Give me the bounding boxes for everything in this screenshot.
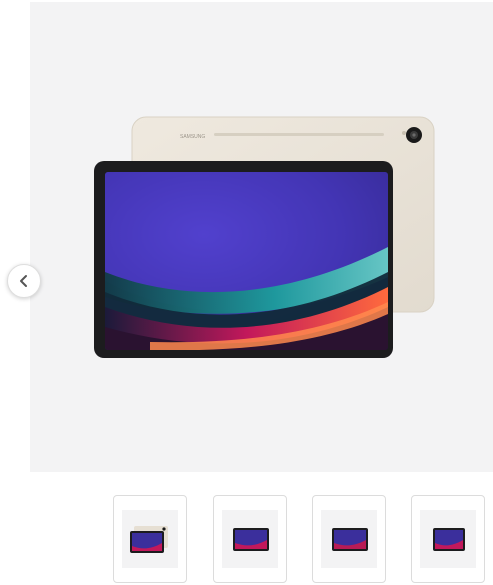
thumbnail-4[interactable] <box>411 495 485 583</box>
thumbnail-2-image <box>233 528 269 551</box>
thumbnail-4-image <box>433 528 465 551</box>
tablet-product-image: SAMSUNG <box>94 116 435 358</box>
thumbnail-1-image <box>130 526 168 553</box>
chevron-left-icon <box>20 275 27 287</box>
thumbnail-3-image <box>332 528 368 551</box>
brand-mark: SAMSUNG <box>180 134 205 140</box>
thumbnail-1[interactable] <box>113 495 187 583</box>
thumbnail-2[interactable] <box>213 495 287 583</box>
main-image-stage: SAMSUNG <box>30 2 493 472</box>
previous-image-button[interactable] <box>7 264 41 298</box>
product-gallery: SAMSUNG <box>0 0 493 585</box>
thumbnail-3[interactable] <box>312 495 386 583</box>
